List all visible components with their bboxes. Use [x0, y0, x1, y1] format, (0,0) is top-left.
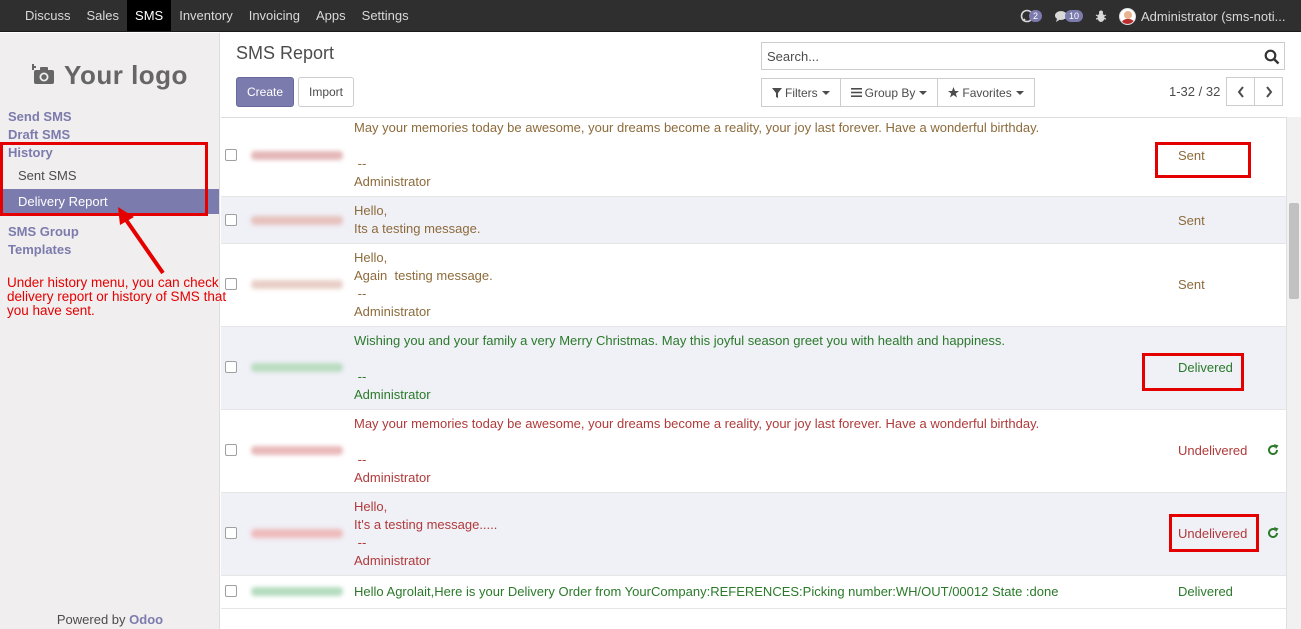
caret-down-icon	[1015, 90, 1024, 95]
page-title: SMS Report	[236, 43, 335, 63]
activity-badge: 10	[1064, 10, 1083, 22]
menu-sales[interactable]: Sales	[79, 0, 128, 31]
chevron-left-icon	[1237, 85, 1244, 98]
annotation-box-delivered	[1142, 353, 1244, 391]
powered-prefix: Powered by	[56, 612, 130, 627]
groupby-dropdown[interactable]: Group By	[839, 78, 939, 107]
row-checkbox[interactable]	[225, 278, 237, 290]
favorites-label: Favorites	[962, 85, 1012, 100]
menu-invoicing[interactable]: Invoicing	[241, 0, 308, 31]
create-button[interactable]: Create	[236, 77, 294, 107]
camera-plus-icon	[32, 64, 55, 84]
table-row[interactable]: Hello, It's a testing message..... -- Ad…	[221, 493, 1286, 576]
pager-value[interactable]: 1-32 / 32	[1169, 84, 1220, 99]
refresh-icon[interactable]	[1267, 444, 1279, 456]
bug-icon	[1095, 10, 1107, 22]
message-text: Hello, Its a testing message.	[354, 203, 481, 236]
message-text: Hello, Again testing message. -- Adminis…	[354, 250, 493, 319]
message-text: May your memories today be awesome, your…	[354, 120, 1040, 189]
table-row[interactable]: Hello, Its a testing message. Sent	[221, 197, 1286, 244]
phone-number-blurred	[251, 529, 343, 538]
annotation-box-sent	[1155, 142, 1251, 178]
sidebar: Your logo Send SMS Draft SMS History Sen…	[0, 33, 226, 629]
phone-number-blurred	[251, 280, 343, 289]
status-label: Sent	[1178, 277, 1205, 292]
refresh-icon[interactable]	[1267, 527, 1279, 539]
logo-text: Your logo	[64, 59, 188, 90]
status-label: Delivered	[1178, 584, 1233, 599]
user-avatar[interactable]	[1119, 7, 1136, 25]
message-text: Wishing you and your family a very Merry…	[354, 333, 1006, 402]
table-row[interactable]: Hello, Again testing message. -- Adminis…	[221, 244, 1286, 327]
app-menu: Discuss Sales SMS Inventory Invoicing Ap…	[17, 0, 417, 32]
filters-dropdown[interactable]: Filters	[761, 78, 841, 107]
table-row[interactable]: Wishing you and your family a very Merry…	[221, 327, 1286, 410]
phone-number-blurred	[251, 216, 343, 225]
menu-apps[interactable]: Apps	[308, 0, 354, 31]
menu-inventory[interactable]: Inventory	[171, 0, 240, 31]
annotation-arrow	[118, 207, 165, 275]
row-checkbox[interactable]	[225, 444, 237, 456]
search-options: Filters Group By Favorites	[761, 78, 1035, 107]
row-checkbox[interactable]	[225, 361, 237, 373]
annotation-box-undelivered	[1169, 514, 1259, 552]
sms-report-list: May your memories today be awesome, your…	[221, 117, 1286, 629]
sidebar-sms-group[interactable]: SMS Group	[8, 224, 79, 239]
row-checkbox[interactable]	[225, 149, 237, 161]
list-icon	[850, 88, 862, 97]
company-logo: Your logo	[20, 45, 200, 105]
message-text: Hello, It's a testing message..... -- Ad…	[354, 499, 498, 568]
odoo-link[interactable]: Odoo	[129, 612, 163, 627]
row-checkbox[interactable]	[225, 585, 237, 597]
groupby-label: Group By	[864, 85, 916, 100]
scrollbar-thumb[interactable]	[1289, 203, 1299, 299]
caret-down-icon	[919, 90, 928, 95]
message-text: Hello Agrolait,Here is your Delivery Ord…	[354, 584, 1059, 599]
favorites-dropdown[interactable]: Favorites	[937, 78, 1035, 107]
debug-button[interactable]	[1095, 10, 1107, 23]
phone-number-blurred	[251, 446, 343, 455]
phone-number-blurred	[251, 151, 343, 160]
top-navbar: Discuss Sales SMS Inventory Invoicing Ap…	[0, 0, 1301, 32]
phone-number-blurred	[251, 587, 343, 596]
message-text: May your memories today be awesome, your…	[354, 416, 1040, 485]
table-row[interactable]: Hello Agrolait,Here is your Delivery Ord…	[221, 576, 1286, 609]
status-label: Undelivered	[1178, 443, 1248, 458]
chat-button[interactable]: 2	[1020, 9, 1042, 23]
sidebar-send-sms[interactable]: Send SMS	[8, 109, 72, 124]
search-icon[interactable]	[1264, 49, 1280, 65]
powered-by: Powered by Odoo	[0, 612, 220, 627]
search-bar	[761, 42, 1285, 70]
status-label: Sent	[1178, 213, 1205, 228]
chevron-right-icon	[1265, 85, 1272, 98]
sidebar-templates[interactable]: Templates	[8, 242, 71, 257]
list-scrollbar[interactable]	[1286, 117, 1301, 629]
search-input[interactable]	[762, 43, 1252, 69]
table-row[interactable]: May your memories today be awesome, your…	[221, 410, 1286, 493]
annotation-note: Under history menu, you can check delive…	[7, 275, 227, 318]
filter-icon	[772, 87, 782, 98]
sidebar-draft-sms[interactable]: Draft SMS	[8, 127, 70, 142]
row-checkbox[interactable]	[225, 527, 237, 539]
menu-settings[interactable]: Settings	[354, 0, 417, 31]
menu-sms[interactable]: SMS	[127, 0, 172, 31]
table-row[interactable]: May your memories today be awesome, your…	[221, 118, 1286, 197]
pager-previous-button[interactable]	[1226, 77, 1255, 106]
chat-badge: 2	[1028, 10, 1042, 22]
caret-down-icon	[821, 90, 830, 95]
user-menu[interactable]: Administrator (sms-noti...	[1141, 9, 1301, 24]
star-icon	[948, 87, 960, 98]
menu-discuss[interactable]: Discuss	[17, 0, 79, 31]
pager-next-button[interactable]	[1254, 77, 1283, 106]
filters-label: Filters	[785, 85, 818, 100]
annotation-box-history	[0, 142, 208, 216]
phone-number-blurred	[251, 363, 343, 372]
row-checkbox[interactable]	[225, 214, 237, 226]
activity-button[interactable]: 10	[1054, 10, 1083, 23]
import-button[interactable]: Import	[298, 77, 354, 107]
